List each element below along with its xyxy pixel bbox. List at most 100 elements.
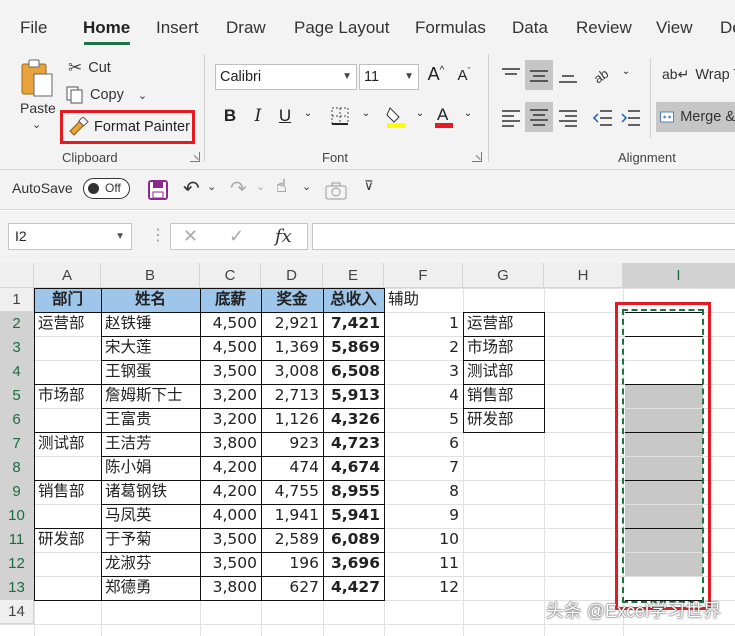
- name-cell[interactable]: 王富贵: [101, 408, 200, 432]
- name-box[interactable]: I2 ▼: [8, 223, 132, 250]
- save-icon[interactable]: [148, 180, 168, 200]
- paste-button[interactable]: Paste: [20, 100, 56, 116]
- row-header-8[interactable]: 8: [0, 456, 34, 480]
- column-header-e[interactable]: E: [323, 263, 384, 288]
- clipboard-launcher-icon[interactable]: [190, 152, 200, 162]
- bonus-cell[interactable]: 2,713: [261, 384, 323, 408]
- bonus-cell[interactable]: 3,008: [261, 360, 323, 384]
- cancel-icon[interactable]: ✕: [183, 226, 198, 247]
- bonus-cell[interactable]: 474: [261, 456, 323, 480]
- name-cell[interactable]: 赵铁锤: [101, 312, 200, 336]
- tab-file[interactable]: File: [20, 18, 47, 38]
- tab-formulas[interactable]: Formulas: [415, 18, 486, 38]
- copy-button[interactable]: Copy ⌄: [66, 86, 147, 104]
- align-right-icon[interactable]: [557, 108, 579, 128]
- tab-insert[interactable]: Insert: [156, 18, 199, 38]
- header-cell[interactable]: 奖金: [261, 288, 323, 312]
- bonus-cell[interactable]: 1,126: [261, 408, 323, 432]
- orientation-icon[interactable]: ab: [592, 64, 616, 86]
- base-salary-cell[interactable]: 3,500: [200, 360, 261, 384]
- dept-cell[interactable]: [34, 504, 101, 528]
- aux-cell[interactable]: 6: [384, 432, 463, 456]
- bonus-cell[interactable]: 627: [261, 576, 323, 600]
- font-launcher-icon[interactable]: [472, 152, 482, 162]
- base-salary-cell[interactable]: 4,200: [200, 480, 261, 504]
- dept-cell[interactable]: [34, 552, 101, 576]
- base-salary-cell[interactable]: 3,500: [200, 552, 261, 576]
- decrease-indent-icon[interactable]: [592, 108, 614, 128]
- row-header-10[interactable]: 10: [0, 504, 34, 528]
- dept-list-cell[interactable]: 市场部: [463, 336, 544, 360]
- copy-chevron-icon[interactable]: ⌄: [138, 89, 147, 102]
- tab-data[interactable]: Data: [512, 18, 548, 38]
- aux-cell[interactable]: 2: [384, 336, 463, 360]
- row-header-7[interactable]: 7: [0, 432, 34, 456]
- tab-review[interactable]: Review: [576, 18, 632, 38]
- column-header-a[interactable]: A: [34, 263, 101, 288]
- header-cell[interactable]: 部门: [34, 288, 101, 312]
- name-cell[interactable]: 詹姆斯下士: [101, 384, 200, 408]
- aux-cell[interactable]: 11: [384, 552, 463, 576]
- redo-icon[interactable]: ↷: [230, 176, 247, 201]
- wrap-text-button[interactable]: ab↵ Wrap Te: [662, 66, 735, 83]
- row-header-6[interactable]: 6: [0, 408, 34, 432]
- dept-cell[interactable]: 销售部: [34, 480, 101, 504]
- dept-list-cell[interactable]: 测试部: [463, 360, 544, 384]
- worksheet-grid[interactable]: A B C D E F G H I 1 2 3 4 5 6 7 8 9 10 11 12 13 14 部门 姓名 底薪 奖金 总收入辅…: [0, 263, 735, 636]
- dept-cell[interactable]: 测试部: [34, 432, 101, 456]
- aux-cell[interactable]: 7: [384, 456, 463, 480]
- cut-button[interactable]: ✂ Cut: [68, 58, 111, 78]
- row-header-1[interactable]: 1: [0, 288, 34, 312]
- format-painter-button[interactable]: Format Painter: [60, 110, 195, 144]
- name-cell[interactable]: 诸葛钢铁: [101, 480, 200, 504]
- row-header-12[interactable]: 12: [0, 552, 34, 576]
- name-cell[interactable]: 于予菊: [101, 528, 200, 552]
- orientation-chevron-icon[interactable]: ⌄: [614, 66, 638, 77]
- bonus-cell[interactable]: 923: [261, 432, 323, 456]
- row-header-3[interactable]: 3: [0, 336, 34, 360]
- column-header-h[interactable]: H: [544, 263, 623, 288]
- increase-font-icon[interactable]: A^: [424, 64, 448, 85]
- total-income-cell[interactable]: 5,913: [323, 384, 384, 408]
- bonus-cell[interactable]: 2,921: [261, 312, 323, 336]
- align-center-button[interactable]: [525, 102, 553, 132]
- touch-chevron-icon[interactable]: ⌄: [302, 180, 311, 193]
- increase-indent-icon[interactable]: [620, 108, 642, 128]
- dept-cell[interactable]: 研发部: [34, 528, 101, 552]
- decrease-font-icon[interactable]: Aˇ: [452, 66, 476, 84]
- enter-icon[interactable]: ✓: [229, 226, 244, 247]
- total-income-cell[interactable]: 5,941: [323, 504, 384, 528]
- name-cell[interactable]: 王洁芳: [101, 432, 200, 456]
- bonus-cell[interactable]: 1,369: [261, 336, 323, 360]
- column-header-i[interactable]: I: [623, 263, 735, 288]
- base-salary-cell[interactable]: 4,200: [200, 456, 261, 480]
- aux-cell[interactable]: 1: [384, 312, 463, 336]
- paste-icon[interactable]: [20, 58, 54, 98]
- aux-cell[interactable]: 3: [384, 360, 463, 384]
- fill-color-icon[interactable]: [384, 104, 408, 128]
- name-cell[interactable]: 马凤英: [101, 504, 200, 528]
- paste-chevron-icon[interactable]: ⌄: [32, 118, 41, 131]
- header-cell[interactable]: 姓名: [101, 288, 200, 312]
- base-salary-cell[interactable]: 4,500: [200, 312, 261, 336]
- tab-draw[interactable]: Draw: [226, 18, 266, 38]
- total-income-cell[interactable]: 6,089: [323, 528, 384, 552]
- camera-icon[interactable]: [325, 182, 347, 200]
- insert-function-button[interactable]: fx: [275, 226, 292, 247]
- base-salary-cell[interactable]: 4,000: [200, 504, 261, 528]
- tab-home[interactable]: Home: [83, 18, 130, 38]
- bonus-cell[interactable]: 2,589: [261, 528, 323, 552]
- row-header-2[interactable]: 2: [0, 312, 34, 336]
- name-cell[interactable]: 宋大莲: [101, 336, 200, 360]
- aux-cell[interactable]: 9: [384, 504, 463, 528]
- header-cell[interactable]: 辅助: [384, 288, 463, 312]
- column-header-f[interactable]: F: [384, 263, 463, 288]
- total-income-cell[interactable]: 7,421: [323, 312, 384, 336]
- dept-cell[interactable]: [34, 456, 101, 480]
- redo-chevron-icon[interactable]: ⌄: [256, 180, 265, 193]
- touch-mode-icon[interactable]: ☝: [276, 176, 287, 197]
- row-header-4[interactable]: 4: [0, 360, 34, 384]
- column-header-b[interactable]: B: [101, 263, 200, 288]
- total-income-cell[interactable]: 3,696: [323, 552, 384, 576]
- column-header-g[interactable]: G: [463, 263, 544, 288]
